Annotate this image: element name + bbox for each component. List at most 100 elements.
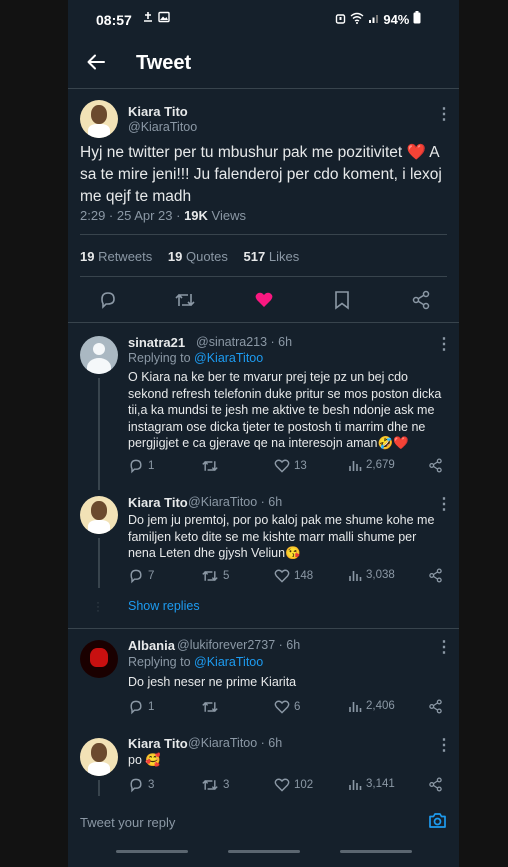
reply-button[interactable]: 1	[128, 699, 154, 715]
system-nav-bar	[68, 846, 459, 867]
share-button[interactable]	[428, 458, 443, 473]
share-icon[interactable]	[411, 290, 431, 310]
thread-line	[98, 538, 100, 588]
reply-text: po 🥰	[128, 753, 161, 767]
author-avatar[interactable]	[80, 100, 118, 138]
like-button[interactable]: 148	[274, 568, 313, 584]
status-bar: 08:57 94%	[68, 0, 459, 40]
reply-author-handle[interactable]: @sinatra213 · 6h	[196, 335, 292, 349]
nav-home[interactable]	[228, 850, 300, 853]
reply-author-handle[interactable]: @KiaraTitoo · 6h	[188, 495, 282, 509]
show-replies-link[interactable]: Show replies	[128, 599, 200, 613]
views-button[interactable]: 2,679	[348, 458, 395, 472]
signal-icon	[368, 15, 378, 23]
quotes-count: 19	[167, 249, 183, 264]
reply-actions: 1 6 2,406	[128, 699, 448, 717]
image-icon	[157, 11, 170, 23]
quotes-stat[interactable]: 19 Quotes	[168, 249, 228, 264]
reply-author-name[interactable]: sinatra21	[128, 335, 185, 350]
reply-avatar[interactable]	[80, 336, 118, 374]
like-count: 148	[294, 570, 314, 582]
reply-composer: Tweet your reply	[68, 796, 459, 846]
thread-divider	[68, 628, 459, 629]
like-count: 102	[294, 779, 314, 791]
likes-stat[interactable]: 517 Likes	[244, 249, 300, 264]
retweet-icon[interactable]	[174, 290, 196, 310]
retweets-count: 19	[80, 249, 95, 264]
reply-author-handle[interactable]: @KiaraTitoo · 6h	[188, 736, 282, 750]
reply-actions: 3 3 102 3,141	[128, 777, 448, 795]
reply-actions: 1 13 2,679	[128, 458, 448, 476]
retweets-stat[interactable]: 19 Retweets	[80, 249, 152, 264]
retweet-button[interactable]	[201, 458, 223, 474]
reply-author-name[interactable]: Kiara Tito	[128, 495, 188, 510]
retweet-button[interactable]: 3	[201, 777, 229, 793]
reply-avatar[interactable]	[80, 640, 118, 678]
likes-count: 517	[243, 249, 266, 264]
share-icon	[429, 568, 442, 583]
battery-icon	[413, 11, 421, 24]
retweet-button[interactable]	[201, 699, 223, 715]
share-button[interactable]	[428, 777, 443, 792]
share-icon	[429, 458, 442, 473]
views-count: 3,038	[366, 569, 395, 581]
camera-icon[interactable]	[428, 812, 447, 829]
like-button[interactable]: 102	[274, 777, 313, 793]
reply-button[interactable]: 3	[128, 777, 154, 793]
like-icon[interactable]	[254, 290, 274, 310]
retweet-icon	[202, 701, 218, 713]
reply-avatar[interactable]	[80, 496, 118, 534]
more-icon[interactable]: ⋮	[436, 104, 452, 124]
like-count: 13	[294, 460, 307, 472]
views-icon	[349, 461, 362, 471]
more-icon[interactable]: ⋮	[436, 334, 452, 354]
top-app-bar: Tweet	[68, 40, 459, 88]
views-icon	[349, 702, 362, 712]
retweet-icon	[202, 460, 218, 472]
replying-to-link[interactable]: @KiaraTitoo	[194, 655, 263, 669]
tweet-timestamp[interactable]: 2:29 · 25 Apr 23 ·	[80, 208, 184, 223]
author-handle[interactable]: @KiaraTitoo	[128, 120, 197, 134]
views-icon	[349, 780, 362, 790]
reply-button[interactable]: 7	[128, 568, 154, 584]
more-icon[interactable]: ⋮	[436, 637, 452, 657]
reply-icon[interactable]	[98, 290, 118, 310]
page-title: Tweet	[136, 52, 192, 74]
more-icon[interactable]: ⋮	[436, 494, 452, 514]
share-icon	[429, 699, 442, 714]
stats-divider	[80, 276, 447, 277]
back-arrow-icon[interactable]	[86, 52, 106, 72]
share-button[interactable]	[428, 699, 443, 714]
tweet-meta: 2:29 · 25 Apr 23 · 19K Views	[80, 208, 246, 223]
reply-avatar[interactable]	[80, 738, 118, 776]
retweet-button[interactable]: 5	[201, 568, 229, 584]
reply-count: 1	[148, 701, 155, 713]
views-count: 19K	[184, 208, 208, 223]
bookmark-icon[interactable]	[333, 290, 351, 310]
nav-back[interactable]	[116, 850, 188, 853]
like-button[interactable]: 13	[274, 458, 307, 474]
reply-text: Do jem ju premtoj, por po kaloj pak me s…	[128, 513, 435, 560]
views-button[interactable]: 3,038	[348, 568, 395, 582]
views-button[interactable]: 3,141	[348, 777, 395, 791]
share-button[interactable]	[428, 568, 443, 583]
nav-recents[interactable]	[340, 850, 412, 853]
like-button[interactable]: 6	[274, 699, 300, 715]
retweet-count: 5	[223, 570, 230, 582]
reply-author-name[interactable]: Kiara Tito	[128, 736, 188, 751]
reply-author-name[interactable]: Albania	[128, 638, 175, 653]
reply-icon	[130, 700, 142, 715]
author-name[interactable]: Kiara Tito	[128, 104, 188, 119]
reply-count: 3	[148, 779, 155, 791]
replying-to-link[interactable]: @KiaraTitoo	[194, 351, 263, 365]
reply-input[interactable]: Tweet your reply	[80, 815, 175, 830]
retweets-label: Retweets	[94, 249, 153, 264]
actions-divider	[68, 322, 459, 323]
battery-level: 94%	[383, 12, 410, 27]
views-icon	[349, 571, 362, 581]
views-count: 3,141	[366, 778, 395, 790]
views-button[interactable]: 2,406	[348, 699, 395, 713]
reply-author-handle[interactable]: @lukiforever2737 · 6h	[177, 638, 300, 652]
views-label: Views	[207, 208, 246, 223]
reply-button[interactable]: 1	[128, 458, 154, 474]
